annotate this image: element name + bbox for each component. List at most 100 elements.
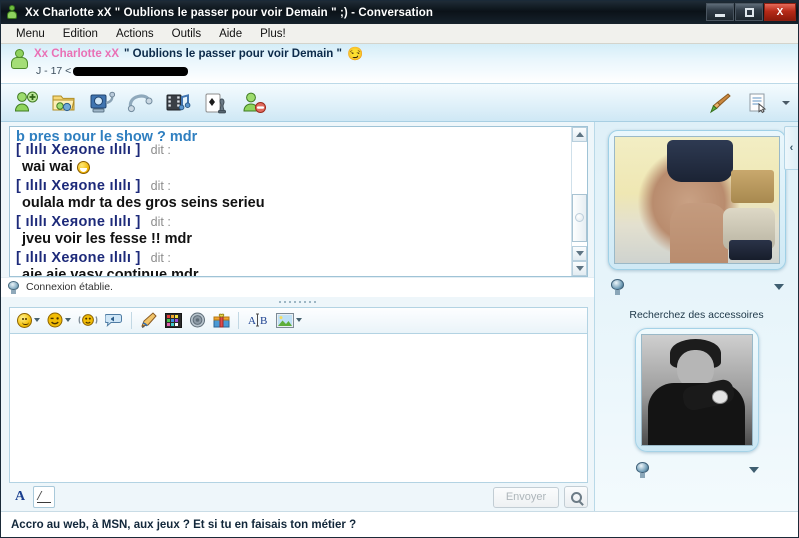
chevron-down-icon[interactable] xyxy=(773,284,784,290)
svg-text:B: B xyxy=(260,315,267,327)
scroll-to-bottom-button[interactable] xyxy=(572,260,587,276)
message-text-row: jveu voir les fesse !! mdr xyxy=(16,231,567,247)
scroll-down-button[interactable] xyxy=(572,245,587,261)
scrollbar-thumb[interactable] xyxy=(572,193,587,242)
media-icon[interactable] xyxy=(161,88,195,118)
message-text-row: aie aie vasy continue mdr xyxy=(16,267,567,276)
nudge-icon[interactable] xyxy=(75,310,101,331)
advertisement-text: Accro au web, à MSN, aux jeux ? Et si tu… xyxy=(11,518,357,531)
splitter-grip-icon xyxy=(279,300,316,303)
block-contact-icon[interactable] xyxy=(237,88,271,118)
chat-message: [ ılılı Xeяone ılılı ] dit : jveu voir l… xyxy=(16,214,567,247)
svg-text:A: A xyxy=(248,315,256,327)
restore-button[interactable] xyxy=(735,3,763,21)
background-image-icon[interactable] xyxy=(273,310,305,331)
self-video-image xyxy=(640,334,753,446)
message-sender: [ ılılı Xeяone ılılı ] xyxy=(16,142,141,158)
message-sender: [ ılılı Xeяone ılılı ] xyxy=(16,250,141,266)
right-panel: ‹ Recherchez des accessoires xyxy=(594,122,798,511)
contact-display-name: Xx Charlotte xX xyxy=(34,48,119,60)
message-said-label: dit : xyxy=(150,143,171,157)
chevron-down-icon[interactable] xyxy=(296,318,302,322)
games-icon[interactable] xyxy=(199,88,233,118)
ink-pen-icon xyxy=(37,490,51,504)
self-video-frame[interactable] xyxy=(634,328,759,452)
conversation-body: b pres pour le show ? mdr [ ılılı Xeяone… xyxy=(1,122,798,511)
toolbar-separator xyxy=(238,311,239,329)
window-title: Xx Charlotte xX " Oublions le passer pou… xyxy=(25,6,434,19)
message-text: wai wai xyxy=(22,159,73,175)
chat-partial-line: b pres pour le show ? mdr xyxy=(16,129,198,141)
message-sender: [ ılılı Xeяone ılılı ] xyxy=(16,214,141,230)
message-input[interactable] xyxy=(9,332,588,483)
menu-bar: Menu Edition Actions Outils Aide Plus! xyxy=(1,24,798,44)
magnifier-button[interactable] xyxy=(564,486,588,508)
menu-item-edition[interactable]: Edition xyxy=(54,26,107,42)
chevron-down-icon[interactable] xyxy=(782,100,790,105)
paintbrush-icon[interactable] xyxy=(703,88,737,118)
message-said-label: dit : xyxy=(150,251,171,265)
contact-icon xyxy=(6,5,20,20)
webcam-icon[interactable] xyxy=(85,88,119,118)
color-palette-icon[interactable] xyxy=(162,310,185,331)
webcam-icon[interactable] xyxy=(635,462,650,478)
send-button[interactable]: Envoyer xyxy=(493,486,559,508)
contact-countdown-text: J - 17 < xyxy=(36,65,72,77)
font-format-icon[interactable]: A B xyxy=(244,310,272,331)
chevron-down-icon[interactable] xyxy=(748,467,759,473)
contact-header: Xx Charlotte xX " Oublions le passer pou… xyxy=(1,44,798,84)
window-controls: X xyxy=(706,3,796,21)
message-text: jveu voir les fesse !! mdr xyxy=(22,231,193,247)
sound-icon[interactable] xyxy=(186,310,209,331)
chat-panel: b pres pour le show ? mdr [ ılılı Xeяone… xyxy=(9,126,588,277)
chat-message: [ ılılı Xeяone ılılı ] dit : wai wai xyxy=(16,142,567,175)
menu-item-outils[interactable]: Outils xyxy=(163,26,210,42)
chevron-down-icon[interactable] xyxy=(65,318,71,322)
contact-personal-message: " Oublions le passer pour voir Demain " xyxy=(124,48,342,60)
wink-picker-icon[interactable] xyxy=(44,310,74,331)
close-button[interactable]: X xyxy=(764,3,796,21)
message-said-label: dit : xyxy=(150,215,171,229)
remote-video-image xyxy=(613,136,780,264)
magnifier-icon xyxy=(570,491,582,503)
minimize-button[interactable] xyxy=(706,3,734,21)
smirk-emoji-icon: 😏 xyxy=(346,46,364,61)
chat-message: [ ılılı Xeяone ılılı ] dit : aie aie vas… xyxy=(16,250,567,276)
scrollbar-track[interactable] xyxy=(572,142,587,246)
voice-clip-icon[interactable] xyxy=(102,310,126,331)
message-said-label: dit : xyxy=(150,179,171,193)
connection-status-text: Connexion établie. xyxy=(26,281,113,293)
self-video-controls xyxy=(635,462,759,478)
webcam-icon[interactable] xyxy=(610,279,625,295)
notes-icon[interactable] xyxy=(741,88,775,118)
font-button[interactable]: A xyxy=(9,486,31,508)
chevron-down-icon[interactable] xyxy=(34,318,40,322)
gift-icon[interactable] xyxy=(210,310,233,331)
title-bar: Xx Charlotte xX " Oublions le passer pou… xyxy=(1,1,798,24)
menu-item-menu[interactable]: Menu xyxy=(7,26,54,42)
advertisement-bar[interactable]: Accro au web, à MSN, aux jeux ? Et si tu… xyxy=(1,511,798,537)
menu-item-plus[interactable]: Plus! xyxy=(251,26,295,42)
message-text-row: oulala mdr ta des gros seins serieu xyxy=(16,195,567,211)
emoticon-picker-icon[interactable] xyxy=(14,310,43,331)
send-files-icon[interactable] xyxy=(47,88,81,118)
invite-contact-icon[interactable] xyxy=(9,88,43,118)
call-icon[interactable] xyxy=(123,88,157,118)
accessories-label: Recherchez des accessoires xyxy=(629,309,764,321)
chat-message: [ ılılı Xeяone ılılı ] dit : oulala mdr … xyxy=(16,178,567,211)
chat-scrollbar[interactable] xyxy=(571,127,587,276)
scroll-up-button[interactable] xyxy=(572,127,587,142)
contact-avatar-icon xyxy=(9,49,31,75)
remote-video-frame[interactable] xyxy=(607,130,786,270)
ink-pen-button[interactable] xyxy=(33,486,55,508)
message-sender: [ ılılı Xeяone ılılı ] xyxy=(16,178,141,194)
panel-splitter[interactable] xyxy=(1,296,594,307)
collapse-panel-button[interactable]: ‹ xyxy=(784,126,798,170)
lol-emoticon-icon xyxy=(76,160,90,174)
menu-item-actions[interactable]: Actions xyxy=(107,26,163,42)
left-column: b pres pour le show ? mdr [ ılılı Xeяone… xyxy=(1,122,594,511)
action-toolbar xyxy=(1,84,798,122)
menu-item-aide[interactable]: Aide xyxy=(210,26,251,42)
webcam-icon xyxy=(7,280,20,294)
handwriting-icon[interactable] xyxy=(137,310,161,331)
